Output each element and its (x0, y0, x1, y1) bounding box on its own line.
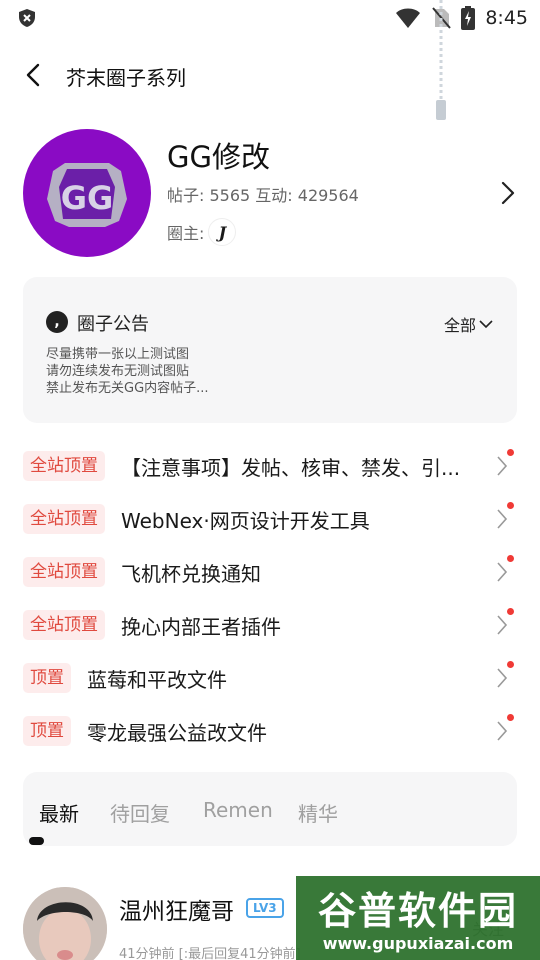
feed-tabs: 最新 待回复 Remen 精华 (23, 772, 517, 846)
watermark-title: 谷普软件园 (317, 889, 518, 933)
notice-line: 请勿连续发布无测试图贴 (46, 364, 190, 379)
chevron-right-icon (497, 509, 508, 529)
pin-tag: 顶置 (23, 663, 71, 693)
pin-title: 飞机杯兑换通知 (121, 561, 261, 586)
back-arrow-icon[interactable] (22, 62, 48, 88)
chevron-right-icon (497, 456, 508, 476)
level-badge: LV3 (246, 898, 284, 918)
pinned-post[interactable]: 顶置 蓝莓和平改文件 (23, 658, 517, 698)
pin-tag: 全站顶置 (23, 504, 105, 534)
pin-title: 【注意事项】发帖、核审、禁发、引... (121, 455, 461, 480)
post-username[interactable]: 温州狂魔哥 (119, 892, 234, 926)
pin-title: WebNex·网页设计开发工具 (121, 508, 370, 533)
chevron-right-icon (497, 615, 508, 635)
top-nav: 芥末圈子系列 (0, 50, 540, 100)
owner-label: 圈主: (167, 224, 205, 243)
chevron-down-icon (479, 320, 493, 329)
gg-logo-icon: GG (47, 163, 127, 227)
pin-title: 蓝莓和平改文件 (87, 667, 227, 692)
pinned-post[interactable]: 全站顶置 挽心内部王者插件 (23, 605, 517, 645)
unread-dot (507, 555, 514, 562)
unread-dot (507, 714, 514, 721)
chevron-right-icon (497, 668, 508, 688)
unread-dot (507, 608, 514, 615)
chevron-right-icon (497, 562, 508, 582)
post-meta: 41分钟前 [:最后回复41分钟前] (119, 947, 301, 960)
notice-all-label: 全部 (443, 316, 476, 335)
circle-owner: 圈主: J (167, 218, 237, 246)
owner-avatar[interactable]: J (208, 218, 237, 246)
notice-card[interactable]: , 圈子公告 全部 尽量携带一张以上测试图 请勿连续发布无测试图贴 禁止发布无关… (23, 277, 517, 423)
tab-remen[interactable]: Remen (203, 798, 273, 822)
pinned-post[interactable]: 顶置 零龙最强公益改文件 (23, 711, 517, 751)
chevron-right-icon (497, 721, 508, 741)
page-title: 芥末圈子系列 (66, 66, 186, 90)
notice-lines: 尽量携带一张以上测试图 请勿连续发布无测试图贴 禁止发布无关GG内容帖子... (46, 346, 209, 397)
chevron-right-icon[interactable] (498, 180, 518, 206)
shield-icon (19, 9, 35, 27)
wifi-icon (396, 8, 421, 28)
pin-title: 挽心内部王者插件 (121, 614, 281, 639)
pin-tag: 全站顶置 (23, 557, 105, 587)
unread-dot (507, 449, 514, 456)
pin-tag: 顶置 (23, 716, 71, 746)
unread-dot (507, 502, 514, 509)
active-tab-indicator (29, 837, 44, 845)
circle-name: GG修改 (167, 140, 270, 174)
unread-dot (507, 661, 514, 668)
user-photo (23, 887, 107, 960)
pin-tag: 全站顶置 (23, 451, 105, 481)
notice-all-button[interactable]: 全部 (444, 312, 493, 336)
tab-latest[interactable]: 最新 (39, 798, 79, 827)
tab-pending-reply[interactable]: 待回复 (110, 798, 170, 827)
watermark: 谷普软件园 www.gupuxiazai.com (296, 876, 540, 960)
pin-tag: 全站顶置 (23, 610, 105, 640)
status-bar: 8:45 (0, 0, 540, 36)
quote-icon: , (46, 311, 68, 333)
status-icons: 8:45 (395, 6, 528, 30)
circle-stats: 帖子: 5565 互动: 429564 (167, 186, 359, 205)
pinned-post[interactable]: 全站顶置 WebNex·网页设计开发工具 (23, 499, 517, 539)
avatar[interactable] (23, 887, 107, 960)
svg-text:GG: GG (61, 179, 114, 217)
tab-featured[interactable]: 精华 (298, 798, 338, 827)
notice-line: 禁止发布无关GG内容帖子... (46, 381, 209, 396)
status-time: 8:45 (485, 7, 528, 29)
pinned-post[interactable]: 全站顶置 飞机杯兑换通知 (23, 552, 517, 592)
circle-logo[interactable]: GG (23, 129, 151, 257)
notice-title: 圈子公告 (77, 314, 149, 335)
pin-title: 零龙最强公益改文件 (87, 720, 267, 745)
battery-charging-icon (461, 6, 476, 30)
watermark-url: www.gupuxiazai.com (322, 934, 514, 953)
pinned-post[interactable]: 全站顶置 【注意事项】发帖、核审、禁发、引... (23, 446, 517, 486)
notice-line: 尽量携带一张以上测试图 (46, 347, 190, 362)
